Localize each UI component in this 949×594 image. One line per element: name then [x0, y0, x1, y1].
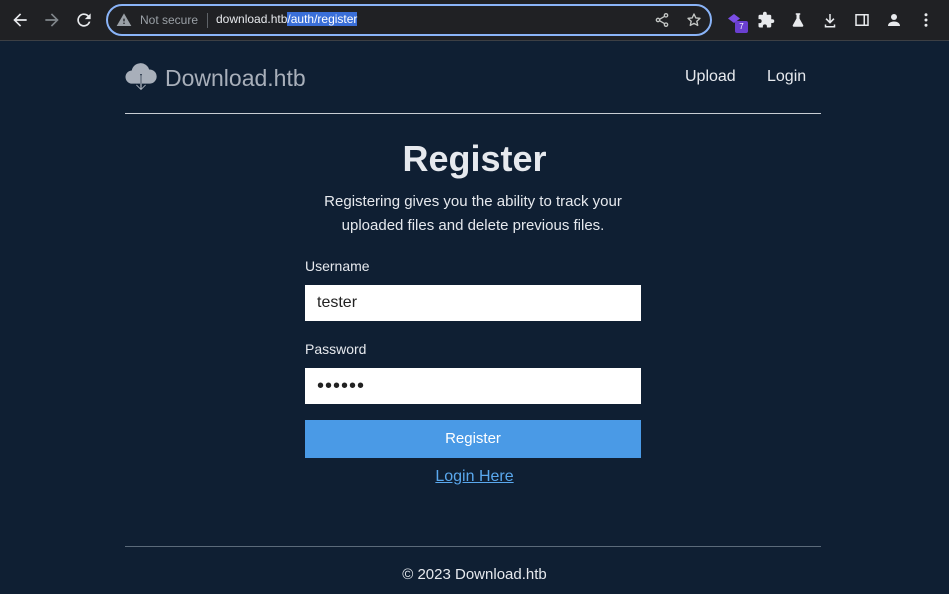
url-host: download.htb — [216, 12, 288, 26]
footer-divider — [125, 546, 821, 547]
browser-toolbar: Not secure download.htb/auth/register 7 — [0, 0, 949, 41]
reload-icon — [77, 13, 91, 27]
forward-button[interactable] — [40, 8, 64, 32]
page-description: Registering gives you the ability to tra… — [324, 193, 622, 234]
security-status[interactable]: Not secure — [140, 13, 198, 27]
brand-name: Download.htb — [165, 64, 306, 91]
register-button[interactable]: Register — [305, 420, 641, 458]
side-panel-button[interactable] — [852, 10, 872, 30]
warning-icon[interactable] — [116, 12, 132, 28]
username-label: Username — [305, 258, 370, 274]
nav-login-link[interactable]: Login — [767, 68, 806, 86]
password-input[interactable]: •••••• — [305, 368, 641, 404]
cloud-download-icon — [125, 63, 157, 92]
header-divider — [125, 113, 821, 114]
page-title: Register — [402, 138, 547, 179]
share-icon[interactable] — [654, 12, 670, 28]
downloads-button[interactable] — [820, 10, 840, 30]
address-bar[interactable]: Not secure download.htb/auth/register — [106, 4, 712, 36]
forward-icon — [45, 13, 59, 27]
extension-badge: 7 — [735, 21, 748, 33]
labs-button[interactable] — [788, 10, 808, 30]
download-icon — [824, 14, 836, 28]
username-input[interactable]: tester — [305, 285, 641, 321]
url-text[interactable]: download.htb/auth/register — [216, 12, 358, 26]
profile-button[interactable] — [884, 10, 904, 30]
login-here-link[interactable]: Login Here — [0, 468, 949, 486]
menu-icon — [924, 13, 928, 27]
omnibox-divider — [207, 13, 208, 28]
back-button[interactable] — [8, 8, 32, 32]
star-icon[interactable] — [686, 12, 702, 28]
nav-upload-link[interactable]: Upload — [685, 68, 736, 86]
password-label: Password — [305, 341, 367, 357]
footer-copyright: © 2023 Download.htb — [402, 566, 547, 583]
puzzle-icon — [758, 11, 775, 28]
profile-icon — [888, 14, 900, 26]
back-icon — [13, 13, 27, 27]
reload-button[interactable] — [72, 8, 96, 32]
extensions-menu-button[interactable] — [756, 10, 776, 30]
side-panel-icon — [855, 14, 869, 26]
browser-menu-button[interactable] — [916, 10, 936, 30]
labs-icon — [792, 13, 804, 27]
site-brand[interactable]: Download.htb — [124, 60, 306, 96]
url-path-selected: /auth/register — [287, 12, 358, 26]
